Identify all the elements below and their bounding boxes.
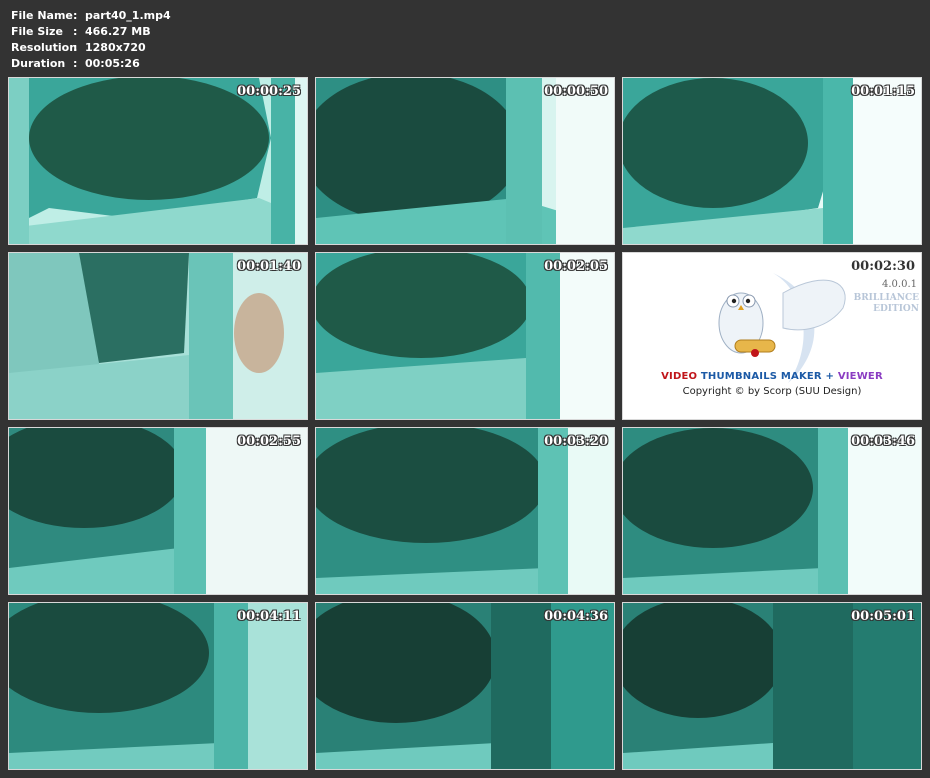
duration-label: Duration — [11, 57, 66, 70]
video-thumbnail[interactable]: 00:02:05 — [315, 252, 615, 420]
thumbnail-timestamp: 00:01:15 — [851, 84, 915, 99]
video-thumbnail[interactable]: 00:03:46 — [622, 427, 922, 595]
video-thumbnail[interactable]: 00:01:40 — [8, 252, 308, 420]
frame-image — [316, 428, 614, 594]
separator: : — [73, 41, 78, 54]
thumbnail-timestamp: 00:04:36 — [544, 609, 608, 624]
logo-title-plus: + — [825, 371, 835, 382]
logo-title-video: VIDEO — [661, 371, 698, 382]
video-thumbnail[interactable]: 00:05:01 — [622, 602, 922, 770]
frame-image — [9, 253, 307, 419]
thumbnail-timestamp: 00:04:11 — [237, 609, 301, 624]
file-name-label: File Name — [11, 9, 73, 22]
thumbnail-timestamp: 00:01:40 — [237, 259, 301, 274]
frame-image — [9, 603, 307, 769]
video-thumbnail[interactable]: 00:00:25 — [8, 77, 308, 245]
video-thumbnail[interactable]: 00:01:15 — [622, 77, 922, 245]
logo-title: VIDEO THUMBNAILS MAKER + VIEWER — [623, 371, 921, 382]
frame-image — [623, 78, 921, 244]
file-info-row-size: File Size : 466.27 MB — [11, 24, 171, 40]
frame-image — [623, 603, 921, 769]
file-name-value: part40_1.mp4 — [85, 9, 171, 22]
file-info-row-duration: Duration : 00:05:26 — [11, 56, 171, 72]
frame-image — [316, 78, 614, 244]
video-thumbnail[interactable]: 00:02:55 — [8, 427, 308, 595]
logo-copyright: Copyright © by Scorp (SUU Design) — [682, 386, 862, 397]
separator: : — [73, 9, 78, 22]
file-info-panel: File Name : part40_1.mp4 File Size : 466… — [11, 8, 171, 72]
file-size-value: 466.27 MB — [85, 25, 151, 38]
thumbnail-timestamp: 00:00:25 — [237, 84, 301, 99]
thumbnail-timestamp: 00:03:20 — [544, 434, 608, 449]
frame-image — [316, 253, 614, 419]
frame-image — [623, 428, 921, 594]
video-thumbnail[interactable]: 00:03:20 — [315, 427, 615, 595]
thumbnail-timestamp: 00:03:46 — [851, 434, 915, 449]
resolution-value: 1280x720 — [85, 41, 146, 54]
frame-image — [9, 78, 307, 244]
file-info-row-name: File Name : part40_1.mp4 — [11, 8, 171, 24]
frame-image — [316, 603, 614, 769]
duration-value: 00:05:26 — [85, 57, 140, 70]
frame-image — [9, 428, 307, 594]
separator: : — [73, 25, 78, 38]
logo-title-viewer: VIEWER — [837, 371, 883, 382]
video-thumbnail[interactable]: 00:00:50 — [315, 77, 615, 245]
logo-title-thumbnails-maker: THUMBNAILS MAKER — [700, 371, 822, 382]
resolution-label: Resolution — [11, 41, 78, 54]
separator: : — [73, 57, 78, 70]
video-thumbnail[interactable]: 00:04:11 — [8, 602, 308, 770]
thumbnail-timestamp: 00:05:01 — [851, 609, 915, 624]
thumbnail-grid: 00:00:25 00:00:50 00:01:15 00:01:40 00:0… — [8, 77, 922, 771]
thumbnail-logo-card: 00:02:30 4.0.0.1 BRILLIANCE EDITION VIDE… — [622, 252, 922, 420]
logo-edition: BRILLIANCE EDITION — [849, 293, 919, 315]
thumbnail-timestamp: 00:02:55 — [237, 434, 301, 449]
video-thumbnail[interactable]: 00:04:36 — [315, 602, 615, 770]
logo-edition-line-2: EDITION — [873, 304, 919, 314]
logo-version: 4.0.0.1 — [882, 279, 917, 290]
thumbnail-timestamp: 00:02:05 — [544, 259, 608, 274]
thumbnail-timestamp: 00:00:50 — [544, 84, 608, 99]
logo-edition-line-1: BRILLIANCE — [853, 293, 919, 303]
file-size-label: File Size — [11, 25, 63, 38]
file-info-row-resolution: Resolution : 1280x720 — [11, 40, 171, 56]
thumbnail-timestamp: 00:02:30 — [851, 259, 915, 274]
